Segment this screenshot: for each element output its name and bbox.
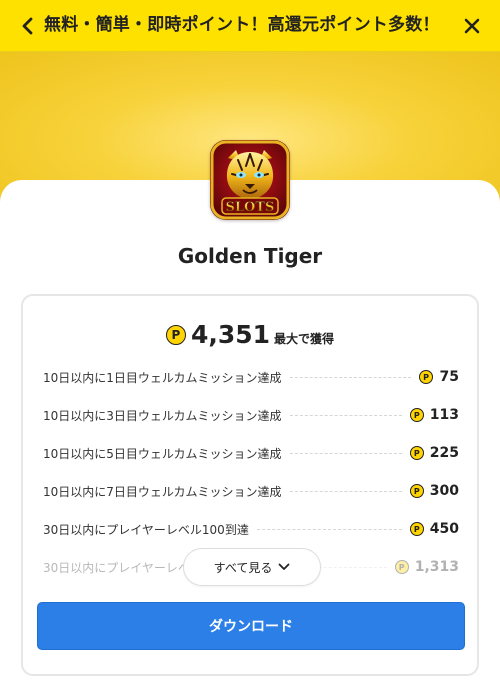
point-coin-icon: P bbox=[419, 370, 433, 384]
dotted-leader bbox=[256, 528, 402, 530]
see-all-button[interactable]: すべて見る bbox=[183, 548, 321, 586]
dotted-leader bbox=[289, 376, 411, 378]
total-points-value: 4,351 bbox=[190, 320, 271, 349]
mission-reward: 225 bbox=[429, 445, 459, 461]
point-coin-icon: P bbox=[409, 522, 424, 536]
mission-row: 10日以内に7日目ウェルカムミッション達成 P 300 bbox=[43, 480, 459, 502]
mission-label: 10日以内に5日目ウェルカムミッション達成 bbox=[43, 446, 282, 461]
mission-reward: 1,313 bbox=[414, 559, 459, 575]
dotted-leader bbox=[289, 490, 402, 492]
total-points: P 4,351 最大で獲得 bbox=[23, 320, 477, 349]
point-coin-icon: P bbox=[409, 446, 424, 460]
mission-label: 30日以内にプレイヤーレベ bbox=[43, 560, 190, 575]
mission-row: 10日以内に1日目ウェルカムミッション達成 P 75 bbox=[43, 366, 459, 388]
app-icon: SLOTS bbox=[210, 140, 290, 220]
mission-label: 30日以内にプレイヤーレベル100到達 bbox=[43, 522, 249, 537]
chevron-left-icon bbox=[22, 17, 33, 35]
app-name: Golden Tiger bbox=[177, 244, 323, 268]
close-button[interactable] bbox=[458, 12, 486, 40]
mission-row: 10日以内に3日目ウェルカムミッション達成 P 113 bbox=[43, 404, 459, 426]
mission-reward: 450 bbox=[429, 521, 459, 537]
back-button[interactable] bbox=[14, 12, 42, 40]
point-coin-icon: P bbox=[165, 324, 186, 345]
mission-label: 10日以内に1日目ウェルカムミッション達成 bbox=[43, 370, 282, 385]
point-coin-icon: P bbox=[394, 560, 409, 574]
total-points-suffix: 最大で獲得 bbox=[274, 332, 335, 346]
download-label: ダウンロード bbox=[209, 619, 293, 635]
download-button[interactable]: ダウンロード bbox=[37, 602, 465, 650]
dotted-leader bbox=[289, 452, 402, 454]
reward-card: P 4,351 最大で獲得 10日以内に1日目ウェルカムミッション達成 P 75… bbox=[21, 294, 479, 676]
see-all-label: すべて見る bbox=[213, 560, 273, 575]
mission-reward: 75 bbox=[439, 369, 459, 385]
header-bar: 無料・簡単・即時ポイント！高還元ポイント多数！ bbox=[0, 0, 500, 52]
mission-label: 10日以内に7日目ウェルカムミッション達成 bbox=[43, 484, 282, 499]
mission-row: 30日以内にプレイヤーレベル100到達 P 450 bbox=[43, 518, 459, 540]
mission-label: 10日以内に3日目ウェルカムミッション達成 bbox=[43, 408, 282, 423]
point-coin-icon: P bbox=[409, 484, 424, 498]
mission-reward: 300 bbox=[429, 483, 459, 499]
close-icon bbox=[464, 18, 480, 34]
header-title: 無料・簡単・即時ポイント！高還元ポイント多数！ bbox=[44, 15, 440, 35]
mission-reward: 113 bbox=[429, 407, 459, 423]
svg-text:SLOTS: SLOTS bbox=[226, 200, 275, 215]
point-coin-icon: P bbox=[409, 408, 424, 422]
golden-tiger-slots-icon: SLOTS bbox=[210, 140, 290, 220]
dotted-leader bbox=[289, 414, 402, 416]
mission-row: 10日以内に5日目ウェルカムミッション達成 P 225 bbox=[43, 442, 459, 464]
chevron-down-icon bbox=[278, 563, 290, 570]
